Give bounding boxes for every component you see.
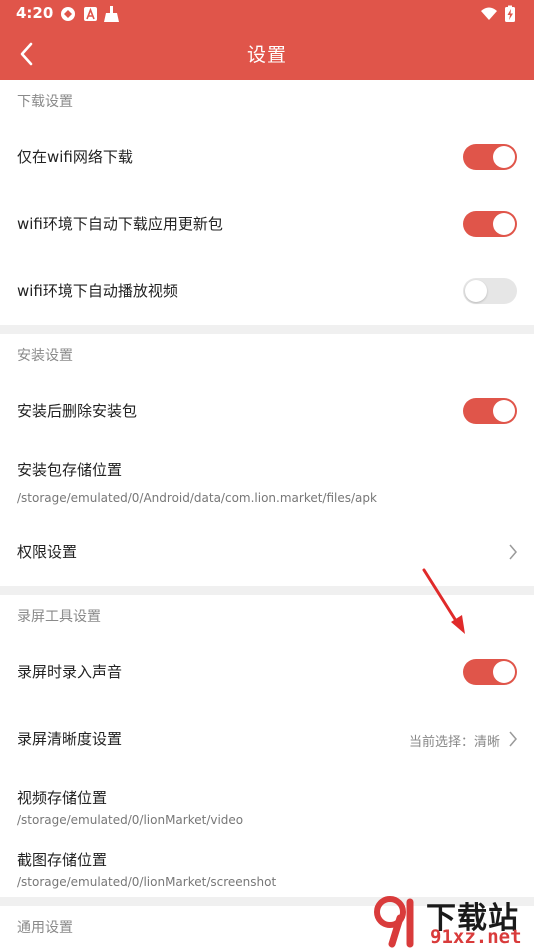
setting-record-audio[interactable]: 录屏时录入声音 <box>0 639 534 706</box>
status-time: 4:20 <box>16 4 54 22</box>
setting-path: /storage/emulated/0/Android/data/com.lio… <box>17 491 377 505</box>
watermark-logo-icon <box>374 896 414 948</box>
setting-label: 仅在wifi网络下载 <box>17 148 133 166</box>
toggle-knob <box>493 213 515 235</box>
setting-current-value: 当前选择：清晰 <box>408 735 500 750</box>
watermark: 下载站 91xz.net <box>364 892 534 950</box>
toggle-knob <box>493 661 515 683</box>
setting-recording-quality[interactable]: 录屏清晰度设置 当前选择：清晰 <box>0 706 534 773</box>
setting-label: 录屏清晰度设置 <box>17 730 123 748</box>
status-right-icons <box>481 5 515 22</box>
toggle-knob <box>493 400 515 422</box>
setting-video-storage-location[interactable]: 视频存储位置 /storage/emulated/0/lionMarket/vi… <box>0 773 534 835</box>
chevron-right-icon <box>509 731 517 747</box>
setting-screenshot-storage-location[interactable]: 截图存储位置 /storage/emulated/0/lionMarket/sc… <box>0 835 534 897</box>
annotation-arrow-icon <box>422 568 465 634</box>
setting-label: 权限设置 <box>17 543 78 561</box>
app-bar: 设置 <box>0 28 534 80</box>
chevron-right-icon <box>509 544 517 560</box>
setting-label: 视频存储位置 <box>17 789 108 807</box>
setting-label: wifi环境下自动播放视频 <box>17 282 178 300</box>
setting-label: 截图存储位置 <box>17 851 108 869</box>
settings-list: 下载设置 仅在wifi网络下载 wifi环境下自动下载应用更新包 wifi环境下… <box>0 80 534 950</box>
setting-label: 安装包存储位置 <box>17 461 123 479</box>
toggle-wifi-only-download[interactable] <box>463 144 517 170</box>
setting-wifi-only-download[interactable]: 仅在wifi网络下载 <box>0 124 534 191</box>
section-divider <box>0 325 534 334</box>
toggle-knob <box>465 280 487 302</box>
toggle-auto-download-updates[interactable] <box>463 211 517 237</box>
page-title: 设置 <box>246 44 287 66</box>
battery-icon <box>505 5 515 22</box>
sync-icon <box>61 7 75 21</box>
section-header-download: 下载设置 <box>0 80 534 124</box>
setting-label: 安装后删除安装包 <box>17 402 138 420</box>
setting-path: /storage/emulated/0/lionMarket/video <box>17 813 244 827</box>
toggle-record-audio[interactable] <box>463 659 517 685</box>
setting-label: wifi环境下自动下载应用更新包 <box>17 215 223 233</box>
cleaner-icon <box>104 6 119 22</box>
setting-path: /storage/emulated/0/lionMarket/screensho… <box>17 875 277 889</box>
setting-apk-storage-location[interactable]: 安装包存储位置 /storage/emulated/0/Android/data… <box>0 445 534 519</box>
app-a-icon <box>84 7 97 21</box>
status-icons <box>61 6 119 22</box>
setting-delete-after-install[interactable]: 安装后删除安装包 <box>0 378 534 445</box>
setting-auto-download-updates[interactable]: wifi环境下自动下载应用更新包 <box>0 191 534 258</box>
toggle-auto-play-video[interactable] <box>463 278 517 304</box>
wifi-icon <box>481 7 497 20</box>
status-bar: 4:20 <box>0 0 534 28</box>
watermark-domain: 91xz.net <box>430 926 522 948</box>
section-header-install: 安装设置 <box>0 334 534 378</box>
toggle-delete-after-install[interactable] <box>463 398 517 424</box>
toggle-knob <box>493 146 515 168</box>
setting-auto-play-video[interactable]: wifi环境下自动播放视频 <box>0 258 534 325</box>
setting-label: 录屏时录入声音 <box>17 663 123 681</box>
